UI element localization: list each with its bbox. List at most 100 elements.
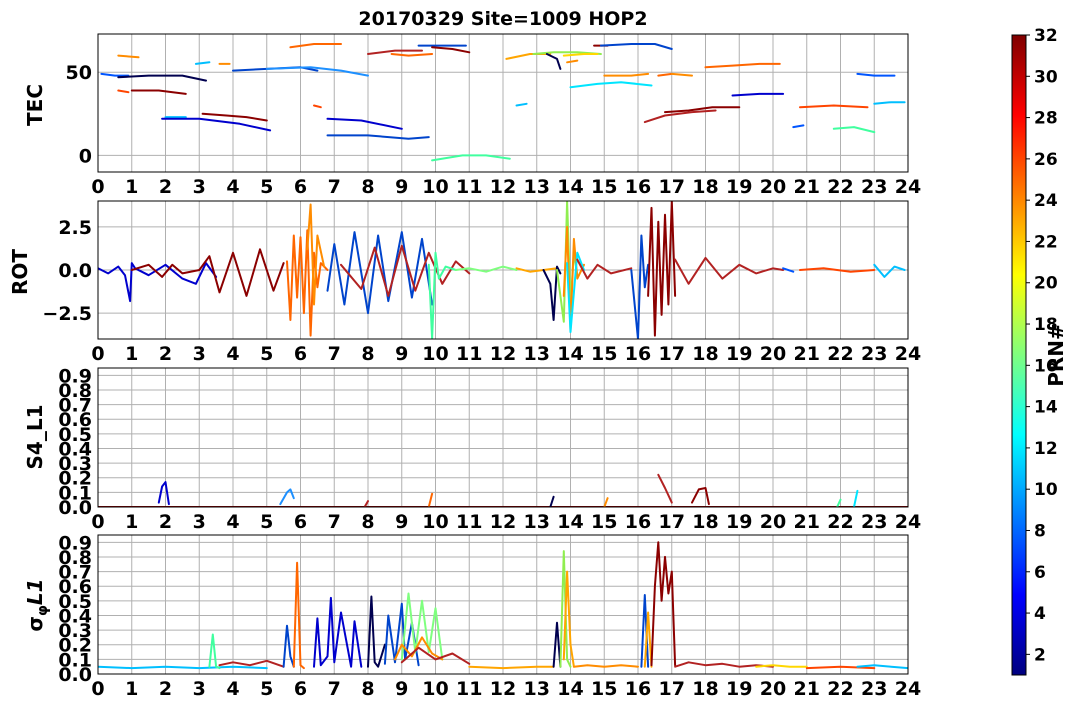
series-line: [117, 54, 140, 59]
series-line: [691, 487, 710, 506]
series-line: [194, 61, 211, 65]
x-tick-label: 5: [260, 343, 273, 365]
series-line: [427, 492, 434, 507]
x-tick-label: 23: [861, 511, 887, 533]
x-tick-label: 0: [91, 176, 104, 198]
x-tick-label: 17: [659, 176, 685, 198]
x-tick-label: 23: [861, 176, 887, 198]
x-tick-label: 21: [794, 678, 820, 700]
colorbar-tick-label: 12: [1034, 439, 1058, 459]
series-line: [161, 117, 272, 132]
x-tick-label: 3: [193, 176, 206, 198]
series-line: [873, 101, 906, 105]
x-tick-label: 22: [827, 678, 853, 700]
x-tick-label: 2: [159, 176, 172, 198]
y-tick-label: 50: [66, 62, 92, 84]
series-line: [505, 53, 552, 60]
x-tick-label: 15: [591, 176, 617, 198]
series-line: [427, 251, 457, 339]
x-tick-label: 0: [91, 511, 104, 533]
series-line: [390, 53, 434, 57]
series-line: [454, 265, 518, 273]
series-line: [208, 633, 221, 670]
x-tick-label: 7: [328, 678, 341, 700]
colorbar-tick-label: 22: [1034, 232, 1058, 252]
x-tick-label: 20: [760, 343, 786, 365]
series-line: [100, 72, 130, 77]
y-tick-label: 0: [79, 145, 92, 167]
colorbar-gradient-bar: [1011, 34, 1027, 676]
y-axis-label: ROT: [8, 249, 32, 295]
x-tick-label: 11: [456, 678, 482, 700]
x-tick-label: 21: [794, 511, 820, 533]
x-tick-label: 19: [726, 678, 752, 700]
series-line: [326, 134, 430, 140]
grid: [97, 535, 909, 675]
x-tick-label: 22: [827, 343, 853, 365]
x-tick-label: 13: [524, 176, 550, 198]
x-tick-label: 24: [895, 176, 921, 198]
series-line: [832, 126, 876, 134]
x-tick-label: 24: [895, 511, 921, 533]
series-line: [704, 62, 781, 69]
x-tick-label: 4: [226, 176, 239, 198]
series-line: [670, 72, 693, 77]
series-line: [566, 59, 579, 64]
x-tick-label: 1: [125, 343, 138, 365]
y-tick-label: 0.9: [58, 365, 92, 387]
x-tick-label: 17: [659, 678, 685, 700]
series-line: [326, 117, 403, 130]
x-tick-label: 21: [794, 343, 820, 365]
x-tick-label: 21: [794, 176, 820, 198]
x-tick-label: 19: [726, 511, 752, 533]
x-tick-label: 9: [395, 678, 408, 700]
x-tick-label: 2: [159, 511, 172, 533]
x-tick-label: 11: [456, 511, 482, 533]
figure-canvas: 20170329 Site=1009 HOP2 0 1 2 3 4 5 6 7 8 9 10 11 12…: [8, 8, 1068, 700]
series-line: [647, 201, 677, 337]
colorbar-tick-label: 8: [1034, 521, 1046, 541]
series-line: [799, 104, 869, 109]
series-line: [731, 92, 785, 97]
panel-rot: 0 1 2 3 4 5 6 7 8 9 10 11 12 13 14 15 16 17 18 19 20 21 22 23 24…: [8, 200, 921, 365]
colorbar-tick-label: 24: [1034, 191, 1058, 211]
x-tick-label: 19: [726, 343, 752, 365]
x-tick-label: 18: [692, 176, 718, 198]
x-tick-label: 24: [895, 678, 921, 700]
series-line: [313, 104, 322, 109]
y-tick-label: 2.5: [58, 217, 92, 239]
x-tick-label: 2: [159, 343, 172, 365]
series-line: [282, 624, 295, 668]
x-tick-label: 14: [557, 343, 583, 365]
x-tick-label: 10: [422, 511, 448, 533]
series-line: [545, 53, 562, 70]
series-line: [755, 664, 808, 668]
series-line: [157, 481, 170, 506]
series-line: [431, 46, 471, 54]
x-tick-label: 18: [692, 343, 718, 365]
x-tick-label: 8: [361, 176, 374, 198]
x-tick-label: 16: [625, 343, 651, 365]
series-line: [130, 89, 187, 95]
x-tick-label: 14: [557, 176, 583, 198]
x-tick-label: 3: [193, 678, 206, 700]
x-tick-label: 15: [591, 343, 617, 365]
colorbar-tick-label: 32: [1034, 26, 1058, 46]
x-tick-label: 16: [625, 176, 651, 198]
series-line: [630, 234, 650, 339]
grid: [97, 368, 909, 508]
x-tick-label: 15: [591, 511, 617, 533]
x-tick-label: 9: [395, 511, 408, 533]
x-tick-label: 6: [294, 511, 307, 533]
x-tick-label: 4: [226, 343, 239, 365]
x-tick-label: 0: [91, 343, 104, 365]
panels: 0 1 2 3 4 5 6 7 8 9 10 11 12 13 14 15 16 17 18 19 20 21 22 23 24…: [8, 33, 921, 700]
y-axis-label: S4_L1: [23, 405, 47, 470]
series-line: [549, 495, 555, 507]
colorbar-tick-label: 10: [1034, 480, 1058, 500]
series-line: [468, 665, 555, 670]
grid: [97, 34, 909, 172]
series-line: [657, 72, 673, 77]
x-tick-label: 20: [760, 176, 786, 198]
series-line: [599, 43, 673, 50]
